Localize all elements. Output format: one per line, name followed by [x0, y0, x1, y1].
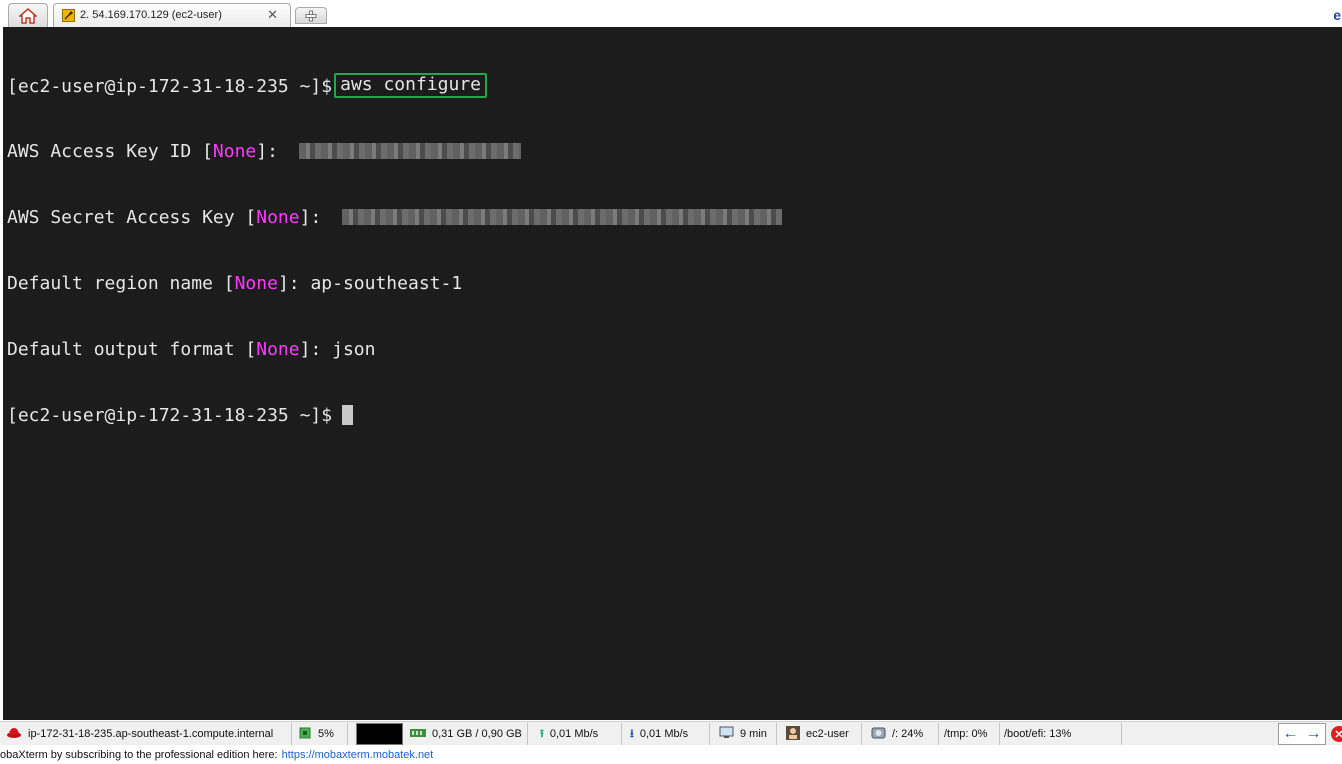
tab-close-button[interactable]: ✕ [267, 8, 278, 22]
memory-value: 0,31 GB / 0,90 GB [432, 728, 522, 740]
status-user: ec2-user [786, 723, 862, 745]
status-uptime: 9 min [719, 723, 777, 745]
terminal-line-command: [ec2-user@ip-172-31-18-235 ~]$ aws config… [7, 73, 1342, 98]
line-label: Default output format [ [7, 339, 257, 360]
status-download: ⭳ 0,01 Mb/s [630, 723, 710, 745]
region-value: ap-southeast-1 [310, 273, 463, 294]
status-memory: 0,31 GB / 0,90 GB [410, 723, 528, 745]
footer-link[interactable]: https://mobaxterm.mobatek.net [282, 749, 434, 761]
cpu-value: 5% [318, 728, 334, 740]
line-suffix: ]: [299, 207, 333, 228]
tab-session[interactable]: 2. 54.169.170.129 (ec2-user) ✕ [53, 3, 291, 27]
redhat-icon [6, 726, 22, 743]
line-label: AWS Access Key ID [ [7, 141, 213, 162]
none-default: None [212, 141, 257, 162]
tab-bar: 2. 54.169.170.129 (ec2-user) ✕ e [0, 0, 1342, 27]
terminal-output[interactable]: [ec2-user@ip-172-31-18-235 ~]$ aws config… [3, 27, 1342, 720]
tab-navigation: ← → [1278, 723, 1326, 745]
shell-prompt: [ec2-user@ip-172-31-18-235 ~]$ [7, 76, 333, 97]
disk-tmp-value: /tmp: 0% [944, 728, 988, 740]
output-format-value: json [332, 339, 376, 360]
monitor-icon [719, 726, 734, 742]
next-tab-arrow-icon[interactable]: → [1306, 725, 1322, 743]
terminal-cursor [342, 405, 354, 425]
disk-boot-value: /boot/efi: 13% [1004, 728, 1072, 740]
plus-icon [305, 10, 317, 21]
line-label: AWS Secret Access Key [ [7, 207, 257, 228]
status-host[interactable]: ip-172-31-18-235.ap-southeast-1.compute.… [6, 723, 292, 745]
cpu-icon [298, 726, 312, 743]
disk-icon [871, 726, 886, 743]
wrench-icon [62, 9, 75, 22]
line-label: Default region name [ [7, 273, 235, 294]
none-default: None [234, 273, 278, 294]
memory-icon [410, 728, 426, 741]
download-arrow-icon: ⭳ [630, 727, 634, 740]
home-tab-button[interactable] [8, 3, 48, 27]
footer-promo: obaXterm by subscribing to the professio… [0, 745, 1342, 764]
line-suffix: ]: [256, 141, 289, 162]
tab-title: 2. 54.169.170.129 (ec2-user) [80, 9, 222, 21]
uptime-value: 9 min [740, 728, 767, 740]
terminal-line-access-key: AWS Access Key ID [None]: [7, 141, 1342, 163]
terminal-line-prompt: [ec2-user@ip-172-31-18-235 ~]$ [7, 405, 1342, 427]
redacted-access-key [298, 143, 521, 159]
highlighted-command: aws configure [334, 73, 487, 98]
home-icon [19, 7, 37, 24]
stop-icon[interactable]: ✕ [1331, 726, 1342, 742]
user-value: ec2-user [806, 728, 849, 740]
status-upload: ⭱ 0,01 Mb/s [540, 723, 622, 745]
shell-prompt: [ec2-user@ip-172-31-18-235 ~]$ [7, 405, 333, 426]
none-default: None [256, 207, 300, 228]
status-disk-tmp: /tmp: 0% [944, 723, 1000, 745]
terminal-line-output-format: Default output format [None]: json [7, 339, 1342, 361]
user-icon [786, 725, 800, 743]
new-tab-button[interactable] [295, 7, 327, 24]
corner-logo: e [1333, 7, 1341, 23]
none-default: None [256, 339, 300, 360]
previous-tab-arrow-icon[interactable]: ← [1283, 725, 1299, 743]
upload-value: 0,01 Mb/s [549, 728, 599, 740]
terminal-line-secret-key: AWS Secret Access Key [None]: [7, 207, 1342, 229]
disk-root-value: /: 24% [892, 728, 924, 740]
status-disk-root: /: 24% [871, 723, 939, 745]
terminal-line-region: Default region name [None]: ap-southeast… [7, 273, 1342, 295]
redacted-secret-key [342, 209, 783, 225]
status-disk-boot: /boot/efi: 13% [1004, 723, 1122, 745]
footer-text: obaXterm by subscribing to the professio… [0, 748, 278, 761]
line-suffix: ]: [299, 339, 333, 360]
status-bar: ip-172-31-18-235.ap-southeast-1.compute.… [0, 721, 1342, 745]
line-suffix: ]: [277, 273, 311, 294]
cpu-graph [356, 723, 403, 745]
status-cpu: 5% [298, 723, 348, 745]
host-label: ip-172-31-18-235.ap-southeast-1.compute.… [28, 728, 274, 740]
upload-arrow-icon: ⭱ [540, 727, 544, 740]
download-value: 0,01 Mb/s [639, 728, 689, 740]
